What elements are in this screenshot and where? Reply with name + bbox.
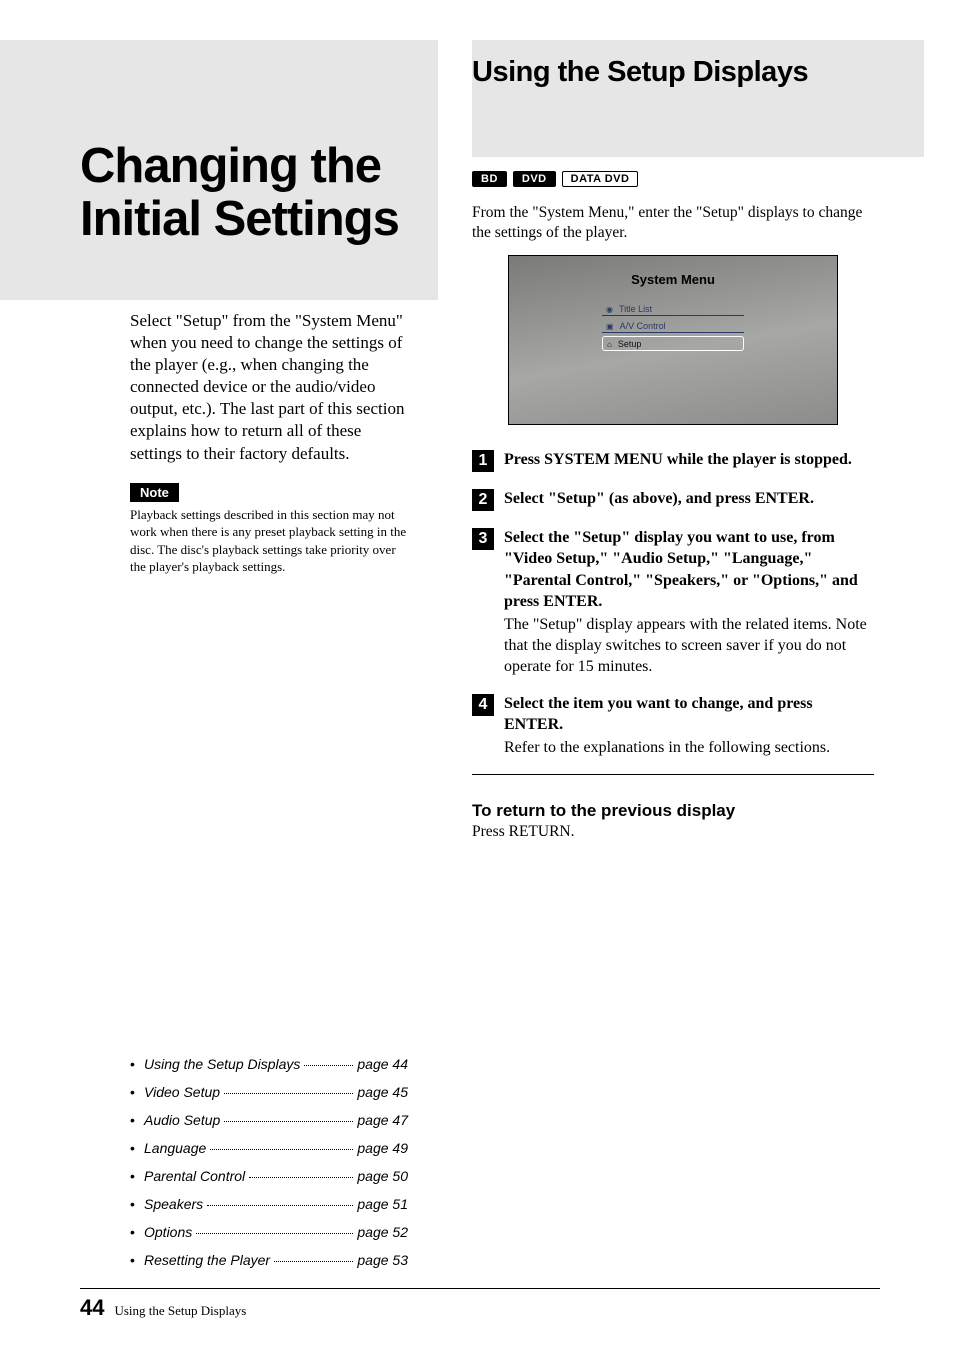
step-instruction: Select the item you want to change, and …: [504, 693, 874, 735]
chapter-intro: Select "Setup" from the "System Menu" wh…: [130, 310, 408, 465]
note-text: Playback settings described in this sect…: [130, 506, 408, 576]
page-footer: 44 Using the Setup Displays: [80, 1288, 880, 1321]
bullet-icon: •: [130, 1084, 144, 1100]
bullet-icon: •: [130, 1112, 144, 1128]
step-instruction: Select "Setup" (as above), and press ENT…: [504, 488, 814, 509]
toc-item: • Video Setup page 45: [130, 1084, 408, 1100]
toc-page: page 49: [357, 1140, 408, 1156]
toc-item: • Language page 49: [130, 1140, 408, 1156]
divider: [472, 774, 874, 775]
toc-item: • Resetting the Player page 53: [130, 1252, 408, 1268]
step-number: 3: [472, 528, 494, 550]
step-detail: The "Setup" display appears with the rel…: [504, 614, 874, 677]
toc-item: • Options page 52: [130, 1224, 408, 1240]
footer-section-name: Using the Setup Displays: [114, 1303, 246, 1319]
menu-item-label: Setup: [618, 339, 642, 349]
step: 1 Press SYSTEM MENU while the player is …: [472, 449, 874, 472]
toc-label: Language: [144, 1140, 206, 1156]
badge-dvd: DVD: [513, 171, 556, 187]
disc-icon: ◉: [606, 305, 613, 314]
step: 2 Select "Setup" (as above), and press E…: [472, 488, 874, 511]
toc-page: page 44: [357, 1056, 408, 1072]
toc-item: • Using the Setup Displays page 44: [130, 1056, 408, 1072]
chapter-title: Changing the Initial Settings: [80, 140, 408, 264]
toc-label: Parental Control: [144, 1168, 245, 1184]
step-number: 4: [472, 694, 494, 716]
setup-icon: ⌂: [607, 340, 612, 349]
section-intro: From the "System Menu," enter the "Setup…: [472, 203, 874, 243]
toc-list: • Using the Setup Displays page 44 • Vid…: [130, 1056, 408, 1268]
disc-badges: BD DVD DATA DVD: [472, 171, 874, 187]
step: 4 Select the item you want to change, an…: [472, 693, 874, 758]
toc-label: Using the Setup Displays: [144, 1056, 300, 1072]
menu-item-label: A/V Control: [620, 321, 666, 331]
toc-leader: [210, 1149, 353, 1150]
toc-page: page 52: [357, 1224, 408, 1240]
toc-item: • Audio Setup page 47: [130, 1112, 408, 1128]
step: 3 Select the "Setup" display you want to…: [472, 527, 874, 677]
step-instruction: Select the "Setup" display you want to u…: [504, 527, 874, 611]
menu-item-label: Title List: [619, 304, 652, 314]
toc-page: page 50: [357, 1168, 408, 1184]
toc-leader: [274, 1261, 353, 1262]
toc-label: Video Setup: [144, 1084, 220, 1100]
bullet-icon: •: [130, 1196, 144, 1212]
toc-leader: [224, 1093, 353, 1094]
toc-item: • Parental Control page 50: [130, 1168, 408, 1184]
toc-page: page 47: [357, 1112, 408, 1128]
system-menu-screenshot: System Menu ◉ Title List ▣ A/V Control ⌂…: [508, 255, 838, 425]
toc-page: page 51: [357, 1196, 408, 1212]
toc-page: page 53: [357, 1252, 408, 1268]
bullet-icon: •: [130, 1140, 144, 1156]
toc-item: • Speakers page 51: [130, 1196, 408, 1212]
bullet-icon: •: [130, 1224, 144, 1240]
screenshot-title: System Menu: [509, 272, 837, 287]
menu-item-setup: ⌂ Setup: [602, 336, 744, 351]
badge-bd: BD: [472, 171, 507, 187]
menu-item-av-control: ▣ A/V Control: [602, 319, 744, 333]
return-text: Press RETURN.: [472, 823, 874, 841]
bullet-icon: •: [130, 1056, 144, 1072]
toc-leader: [224, 1121, 353, 1122]
toc-label: Speakers: [144, 1196, 203, 1212]
steps-list: 1 Press SYSTEM MENU while the player is …: [472, 449, 874, 775]
step-number: 2: [472, 489, 494, 511]
toc-label: Audio Setup: [144, 1112, 220, 1128]
toc-leader: [196, 1233, 353, 1234]
toc-label: Resetting the Player: [144, 1252, 270, 1268]
page-number: 44: [80, 1295, 104, 1321]
menu-item-title-list: ◉ Title List: [602, 302, 744, 316]
bullet-icon: •: [130, 1168, 144, 1184]
return-heading: To return to the previous display: [472, 801, 874, 821]
section-title: Using the Setup Displays: [472, 40, 874, 139]
bullet-icon: •: [130, 1252, 144, 1268]
av-icon: ▣: [606, 322, 614, 331]
step-number: 1: [472, 450, 494, 472]
step-instruction: Press SYSTEM MENU while the player is st…: [504, 449, 852, 470]
badge-data-dvd: DATA DVD: [562, 171, 639, 187]
toc-leader: [304, 1065, 353, 1066]
toc-page: page 45: [357, 1084, 408, 1100]
toc-leader: [249, 1177, 353, 1178]
toc-leader: [207, 1205, 353, 1206]
toc-label: Options: [144, 1224, 192, 1240]
note-label: Note: [130, 483, 179, 502]
step-detail: Refer to the explanations in the followi…: [504, 737, 874, 758]
